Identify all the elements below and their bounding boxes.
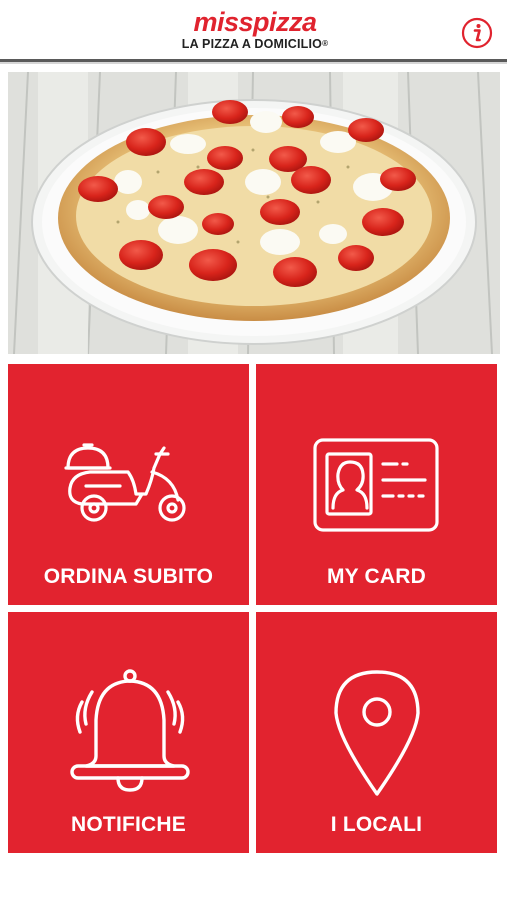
- tile-ordina-subito[interactable]: ORDINA SUBITO: [8, 364, 249, 605]
- location-pin-icon: [332, 668, 422, 803]
- tile-i-locali[interactable]: I LOCALI: [256, 612, 497, 853]
- header-shadow: [0, 62, 507, 64]
- pizza-hero-image: [8, 72, 500, 354]
- tile-my-card[interactable]: MY CARD: [256, 364, 497, 605]
- bell-icon: [68, 668, 192, 803]
- info-icon[interactable]: [461, 17, 493, 49]
- scooter-icon: [64, 440, 192, 535]
- id-card-icon: [313, 438, 439, 537]
- tile-label: NOTIFICHE: [71, 813, 186, 836]
- brand-name: misspizza: [193, 7, 317, 37]
- brand-logo: misspizza LA PIZZA A DOMICILIO®: [170, 9, 340, 53]
- tile-label: I LOCALI: [330, 813, 423, 836]
- tile-label: ORDINA SUBITO: [43, 565, 214, 588]
- brand-tagline: LA PIZZA A DOMICILIO®: [181, 37, 329, 51]
- tile-notifiche[interactable]: NOTIFICHE: [8, 612, 249, 853]
- app-header: misspizza LA PIZZA A DOMICILIO®: [0, 0, 507, 60]
- tile-label: MY CARD: [326, 565, 427, 588]
